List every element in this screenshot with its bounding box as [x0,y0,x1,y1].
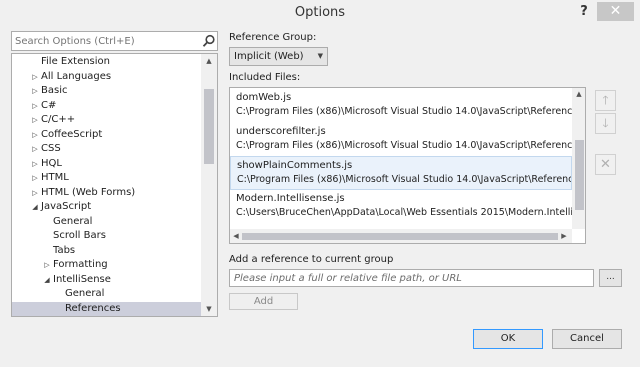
included-files-list[interactable]: domWeb.js C:\Program Files (x86)\Microsof… [229,87,586,244]
tree-item[interactable]: ▷ CoffeeScript [12,128,202,143]
cancel-button[interactable]: Cancel [552,329,622,349]
tree-scrollbar[interactable]: ▲ ▼ [201,54,217,316]
tree-item[interactable]: ◢ JavaScript [12,200,202,215]
tree-item-label: CoffeeScript [41,128,103,140]
tree-item-label: JavaScript [41,201,92,212]
scroll-up-icon[interactable]: ▲ [572,88,585,100]
files-horizontal-scrollbar[interactable]: ◀ ▶ [230,229,572,243]
expand-arrow-icon[interactable]: ▷ [30,128,40,143]
scroll-thumb[interactable] [575,140,584,210]
tree-item-label: IntelliSense [53,273,111,285]
included-files-label: Included Files: [229,72,301,83]
tree-item-label: Basic [41,85,68,96]
tree-item-label: General [53,215,93,227]
expand-arrow-icon[interactable]: ▷ [42,258,52,273]
tree-item-label: HTML [41,172,69,183]
tree-item-label: Tabs [53,244,76,256]
tree-item-label: CSS [41,143,61,154]
scroll-thumb[interactable] [204,89,214,164]
scroll-thumb[interactable] [242,233,558,240]
tree-item[interactable]: Scroll Bars [12,229,202,244]
remove-reference-button[interactable]: ✕ [595,154,616,175]
expand-arrow-icon[interactable]: ▷ [30,186,40,201]
window-title: Options [294,5,346,20]
reference-group-label: Reference Group: [229,32,317,43]
file-item[interactable]: domWeb.js C:\Program Files (x86)\Microsof… [230,89,572,123]
file-name: underscorefilter.js [236,125,326,137]
file-name: showPlainComments.js [237,160,353,171]
move-up-button[interactable]: 🡑 [595,90,616,111]
tree-item[interactable]: ▷ Basic [12,84,202,99]
file-path: C:\Program Files (x86)\Microsoft Visual … [236,139,572,151]
reference-group-select[interactable]: Implicit (Web) ▼ [229,47,328,66]
tree-item[interactable]: ◢ IntelliSense [12,273,202,288]
tree-item-label: Formatting [53,259,108,270]
tree-item[interactable]: General [12,215,202,230]
expand-arrow-icon[interactable]: ▷ [30,113,40,128]
file-name: domWeb.js [236,92,292,103]
tree-item[interactable]: ▷ HTML (Web Forms) [12,186,202,201]
tree-item-label: File Extension [41,56,111,67]
ok-button[interactable]: OK [473,329,543,349]
tree-item[interactable]: ▷ C# [12,99,202,114]
reference-group-value: Implicit (Web) [234,51,304,62]
search-input[interactable] [15,32,200,50]
scroll-down-icon[interactable]: ▼ [201,302,217,316]
title-bar: Options ? ✕ [0,0,640,28]
chevron-down-icon: ▼ [317,52,323,60]
file-item[interactable]: underscorefilter.js C:\Program Files (x86… [230,123,572,157]
files-vertical-scrollbar[interactable]: ▲ [572,88,585,229]
scroll-up-icon[interactable]: ▲ [201,54,217,68]
scroll-left-icon[interactable]: ◀ [230,229,242,243]
move-down-button[interactable]: 🡓 [595,113,616,134]
tree-item[interactable]: ▷ HTML [12,171,202,186]
tree-item[interactable]: References [12,301,202,316]
tree-item-label: C# [41,99,57,111]
tree-item-label: General [65,288,105,299]
expand-arrow-icon[interactable]: ▷ [30,70,40,85]
tree-item-label: References [65,302,121,314]
expand-arrow-icon[interactable]: ▷ [30,142,40,157]
close-button[interactable]: ✕ [597,2,634,21]
tree-item[interactable]: General [12,287,202,302]
search-icon[interactable] [202,34,216,48]
file-item[interactable]: Modern.Intellisense.js C:\Users\BruceChen… [230,190,572,224]
file-item[interactable]: showPlainComments.js C:\Program Files (x8… [230,156,572,190]
file-name: Modern.Intellisense.js [236,192,345,204]
options-tree[interactable]: File Extension ▷ All Languages ▷ Basic ▷ C# ▷ C/… [11,53,218,317]
expand-arrow-icon[interactable]: ▷ [30,157,40,172]
tree-item-label: HQL [41,157,62,169]
expand-arrow-icon[interactable]: ▷ [30,171,40,186]
search-box[interactable] [11,31,218,51]
tree-item[interactable]: ▷ HQL [12,157,202,172]
file-path: C:\Program Files (x86)\Microsoft Visual … [237,174,572,185]
tree-item[interactable]: File Extension [12,55,202,70]
tree-item[interactable]: ▷ Formatting [12,258,202,273]
tree-item-label: HTML (Web Forms) [41,186,136,198]
expand-arrow-icon[interactable]: ▷ [30,84,40,99]
file-path: C:\Users\BruceChen\AppData\Local\Web Ess… [236,206,572,218]
add-button[interactable]: Add [229,293,298,310]
tree-item[interactable]: ▷ All Languages [12,70,202,85]
tree-item[interactable]: ▷ CSS [12,142,202,157]
reference-path-input[interactable] [229,269,594,287]
tree-item-label: All Languages [41,70,112,82]
tree-item-label: C/C++ [41,114,76,125]
tree-item-label: Scroll Bars [53,230,106,241]
file-path: C:\Program Files (x86)\Microsoft Visual … [236,106,572,117]
help-button[interactable]: ? [574,3,594,21]
add-reference-label: Add a reference to current group [229,254,394,265]
expand-arrow-icon[interactable]: ▷ [30,99,40,114]
browse-button[interactable]: ... [599,269,622,287]
collapse-arrow-icon[interactable]: ◢ [42,273,52,288]
tree-item[interactable]: ▷ C/C++ [12,113,202,128]
scroll-right-icon[interactable]: ▶ [558,229,570,243]
collapse-arrow-icon[interactable]: ◢ [30,200,40,215]
tree-item[interactable]: Tabs [12,244,202,259]
